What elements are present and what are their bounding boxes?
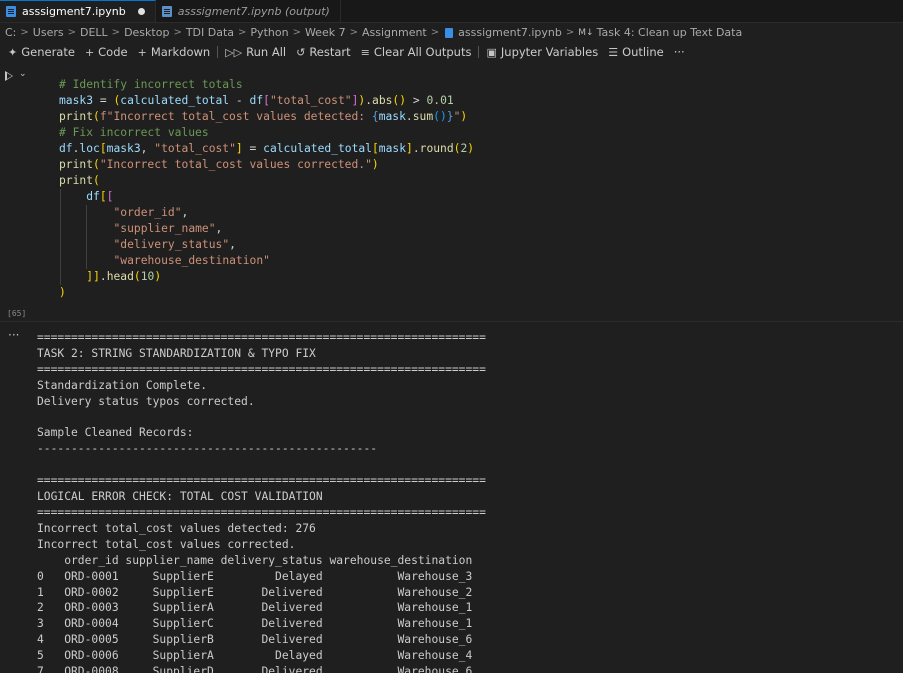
breadcrumb-item[interactable]: DELL <box>80 26 108 39</box>
cell-gutter: ⌄ [65] <box>0 64 34 320</box>
code-text[interactable]: # Identify incorrect totals mask3 = (cal… <box>59 77 474 301</box>
breadcrumb-item[interactable]: Desktop <box>124 26 169 39</box>
chevron-right-icon: > <box>20 27 29 38</box>
outline-list-icon: ☰ <box>608 45 619 59</box>
code-label: Code <box>98 45 128 59</box>
notebook-output-file-icon <box>161 5 172 17</box>
add-code-button[interactable]: + Code <box>80 43 133 61</box>
run-cell-icon[interactable] <box>5 71 13 81</box>
cell-output: ··· ====================================… <box>0 322 903 673</box>
clear-outputs-button[interactable]: ≡ Clear All Outputs <box>356 43 477 61</box>
clear-all-icon: ≡ <box>360 45 370 59</box>
breadcrumb-item[interactable]: TDI Data <box>186 26 234 39</box>
breadcrumb-item[interactable]: Week 7 <box>305 26 346 39</box>
unsaved-dot-icon[interactable] <box>137 8 145 15</box>
notebook-toolbar: ✦ Generate + Code + Markdown ▷▷ Run All ↺ Res… <box>0 42 903 62</box>
restart-button[interactable]: ↺ Restart <box>291 43 356 61</box>
breadcrumb-item[interactable]: C: <box>5 26 16 39</box>
breadcrumb-item[interactable]: Task 4: Clean up Text Data <box>597 26 743 39</box>
code-cell[interactable]: ⌄ [65] # Identify incorrect totals mask3… <box>0 64 903 320</box>
toolbar-divider <box>217 46 219 58</box>
notebook-file-icon <box>445 27 454 38</box>
more-actions-button[interactable]: ··· <box>669 43 690 61</box>
run-all-label: Run All <box>246 45 287 59</box>
chevron-right-icon: > <box>565 27 575 38</box>
markdown-label: Markdown <box>150 45 211 59</box>
outline-label: Outline <box>622 45 664 59</box>
plus-icon: + <box>137 45 147 59</box>
chevron-right-icon: > <box>292 27 301 38</box>
notebook-file-icon <box>6 6 16 17</box>
plus-icon: + <box>84 45 95 59</box>
tab-notebook-output[interactable]: asssigment7.ipynb (output) <box>156 0 341 22</box>
chevron-right-icon: > <box>67 27 76 38</box>
execution-count: [65] <box>7 309 27 318</box>
breadcrumb-item[interactable]: Python <box>250 26 288 39</box>
chevron-right-icon: > <box>349 27 358 38</box>
restart-label: Restart <box>309 45 351 59</box>
add-markdown-button[interactable]: + Markdown <box>133 43 216 61</box>
generate-button[interactable]: ✦ Generate <box>3 43 80 61</box>
code-editor[interactable]: # Identify incorrect totals mask3 = (cal… <box>34 64 903 320</box>
run-all-button[interactable]: ▷▷ Run All <box>220 43 291 61</box>
breadcrumb-item[interactable]: asssigment7.ipynb <box>458 26 562 39</box>
variables-label: Jupyter Variables <box>500 45 599 59</box>
breadcrumb-item[interactable]: Users <box>33 26 64 39</box>
tab-output-label: asssigment7.ipynb (output) <box>177 4 330 18</box>
outline-button[interactable]: ☰ Outline <box>603 43 668 61</box>
editor-tab-bar: asssigment7.ipynb asssigment7.ipynb (out… <box>0 0 903 23</box>
sparkle-icon: ✦ <box>8 45 18 59</box>
tab-notebook-label: asssigment7.ipynb <box>22 5 126 18</box>
markdown-icon: M↓ <box>578 27 594 38</box>
more-actions-icon: ··· <box>673 45 685 59</box>
chevron-right-icon: > <box>430 27 440 38</box>
breadcrumb-item[interactable]: Assignment <box>362 26 427 39</box>
breadcrumb: C: > Users > DELL > Desktop > TDI Data > Pyth… <box>0 23 903 42</box>
chevron-down-icon[interactable]: ⌄ <box>19 69 27 79</box>
toolbar-divider <box>478 46 480 58</box>
output-actions-icon[interactable]: ··· <box>8 328 19 342</box>
generate-label: Generate <box>21 45 75 59</box>
chevron-right-icon: > <box>173 27 182 38</box>
restart-icon: ↺ <box>296 45 306 59</box>
clear-outputs-label: Clear All Outputs <box>373 45 472 59</box>
run-all-icon: ▷▷ <box>225 45 243 59</box>
chevron-right-icon: > <box>238 27 247 38</box>
output-text: ========================================… <box>37 331 486 673</box>
jupyter-variables-button[interactable]: ▣ Jupyter Variables <box>481 43 603 61</box>
tab-notebook[interactable]: asssigment7.ipynb <box>0 0 156 22</box>
chevron-right-icon: > <box>111 27 121 38</box>
variables-icon: ▣ <box>486 45 497 59</box>
